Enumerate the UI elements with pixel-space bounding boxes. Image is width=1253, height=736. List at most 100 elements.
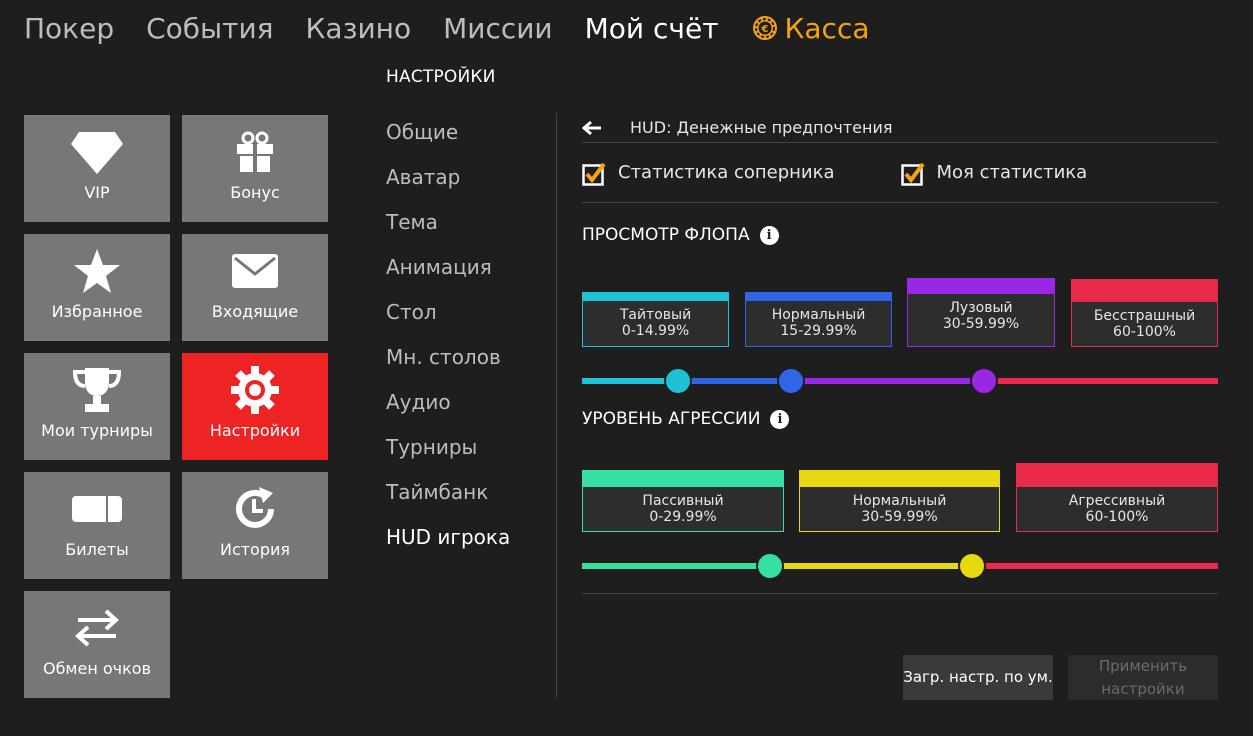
menu-animation[interactable]: Анимация [386, 250, 510, 295]
tile-history[interactable]: История [182, 472, 328, 579]
trophy-icon [71, 353, 123, 421]
tile-favorites[interactable]: Избранное [24, 234, 170, 341]
menu-multitable[interactable]: Мн. столов [386, 340, 510, 385]
range-value: 30-59.99% [861, 509, 938, 525]
tile-label: История [219, 540, 291, 559]
range-normal: Нормальный 15-29.99% [745, 292, 892, 347]
nav-poker[interactable]: Покер [24, 12, 114, 45]
bottom-divider [582, 593, 1218, 594]
menu-player-hud[interactable]: HUD игрока [386, 520, 510, 565]
range-color-bar [907, 278, 1055, 294]
range-value: 60-100% [1113, 324, 1176, 340]
tile-label: Настройки [209, 421, 301, 440]
tile-my-tournaments[interactable]: Мои турниры [24, 353, 170, 460]
nav-casino[interactable]: Казино [306, 12, 412, 45]
tile-label: Бонус [230, 183, 280, 202]
range-color-bar [1016, 463, 1218, 487]
range-color-bar [745, 292, 892, 301]
tile-settings[interactable]: Настройки [182, 353, 328, 460]
nav-cashier-label: Касса [784, 11, 870, 45]
slider-segment [984, 378, 1218, 384]
slider-handle[interactable] [756, 552, 784, 580]
tile-points-exchange[interactable]: Обмен очков [24, 591, 170, 698]
slider-segment [770, 563, 972, 569]
flop-title: ПРОСМОТР ФЛОПА [582, 225, 750, 245]
envelope-icon [232, 234, 278, 302]
star-icon [73, 234, 121, 302]
range-color-bar [582, 470, 784, 487]
slider-segment [678, 378, 791, 384]
info-icon[interactable]: i [759, 225, 779, 245]
apply-settings-button[interactable]: Применить настройки [1068, 655, 1218, 700]
tile-vip[interactable]: VIP [24, 115, 170, 222]
tile-label: Билеты [65, 540, 129, 559]
slider-handle[interactable] [958, 552, 986, 580]
panel-header: HUD: Денежные предпочтения [582, 113, 1218, 143]
menu-tournaments[interactable]: Турниры [386, 430, 510, 475]
flop-slider[interactable] [582, 366, 1218, 396]
stats-checkboxes: Статистика соперника Моя статистика [582, 143, 1218, 203]
coin-icon: € [752, 16, 777, 40]
hud-panel: HUD: Денежные предпочтения Статистика со… [582, 113, 1218, 594]
range-value: 60-100% [1085, 509, 1149, 525]
menu-avatar[interactable]: Аватар [386, 160, 510, 205]
menu-audio[interactable]: Аудио [386, 385, 510, 430]
menu-table[interactable]: Стол [386, 295, 510, 340]
back-arrow-icon[interactable] [582, 118, 604, 138]
menu-general[interactable]: Общие [386, 115, 510, 160]
range-loose: Лузовый 30-59.99% [907, 278, 1055, 347]
gear-icon [230, 353, 280, 421]
tile-label: Входящие [211, 302, 299, 321]
slider-handle[interactable] [777, 367, 805, 395]
tile-bonus[interactable]: Бонус [182, 115, 328, 222]
nav-my-account[interactable]: Мой счёт [585, 12, 719, 45]
panel-title: HUD: Денежные предпочтения [630, 118, 893, 137]
range-tight: Тайтовый 0-14.99% [582, 292, 729, 347]
slider-handle[interactable] [970, 367, 998, 395]
nav-missions[interactable]: Миссии [443, 12, 553, 45]
svg-text:€: € [760, 24, 768, 35]
tile-tickets[interactable]: Билеты [24, 472, 170, 579]
slider-segment [972, 563, 1218, 569]
range-color-bar [1071, 279, 1218, 302]
tile-label: Мои турниры [41, 421, 153, 440]
settings-menu: Общие Аватар Тема Анимация Стол Мн. стол… [386, 115, 510, 565]
slider-handle[interactable] [664, 367, 692, 395]
range-aggressive: Агрессивный 60-100% [1016, 463, 1218, 532]
range-name: Агрессивный [1068, 493, 1166, 509]
range-color-bar [799, 470, 1000, 487]
load-defaults-button[interactable]: Загр. настр. по ум. [903, 655, 1053, 700]
range-value: 0-29.99% [649, 509, 717, 525]
aggression-ranges: Пассивный 0-29.99% Нормальный 30-59.99% … [582, 462, 1218, 532]
history-icon [231, 472, 279, 540]
flop-section-title: ПРОСМОТР ФЛОПА i [582, 225, 1218, 245]
range-name: Нормальный [771, 307, 866, 323]
diamond-icon [71, 115, 123, 183]
slider-segment [791, 378, 984, 384]
tile-label: Обмен очков [42, 659, 152, 678]
checkbox-opponent-stats[interactable]: Статистика соперника [582, 162, 835, 186]
nav-cashier[interactable]: € Касса [751, 12, 870, 45]
flop-ranges: Тайтовый 0-14.99% Нормальный 15-29.99% Л… [582, 277, 1218, 347]
range-passive: Пассивный 0-29.99% [582, 470, 784, 532]
exchange-icon [74, 591, 120, 659]
nav-events[interactable]: События [146, 12, 273, 45]
gift-icon [235, 115, 275, 183]
tile-inbox[interactable]: Входящие [182, 234, 328, 341]
info-icon[interactable]: i [770, 409, 790, 429]
settings-title: НАСТРОЙКИ [386, 67, 496, 87]
checkbox-my-stats[interactable]: Моя статистика [900, 162, 1087, 186]
range-name: Бесстрашный [1093, 308, 1196, 324]
range-normal-aggression: Нормальный 30-59.99% [799, 470, 1000, 532]
apply-label-line2: настройки [1101, 679, 1185, 698]
menu-theme[interactable]: Тема [386, 205, 510, 250]
range-value: 0-14.99% [621, 323, 690, 339]
range-color-bar [582, 292, 729, 301]
aggression-slider[interactable] [582, 551, 1218, 581]
range-name: Нормальный [852, 493, 947, 509]
menu-timebank[interactable]: Таймбанк [386, 475, 510, 520]
checkbox-label: Статистика соперника [618, 162, 835, 183]
aggression-title: УРОВЕНЬ АГРЕССИИ [582, 409, 761, 429]
range-name: Лузовый [949, 300, 1013, 316]
ticket-icon [72, 472, 122, 540]
